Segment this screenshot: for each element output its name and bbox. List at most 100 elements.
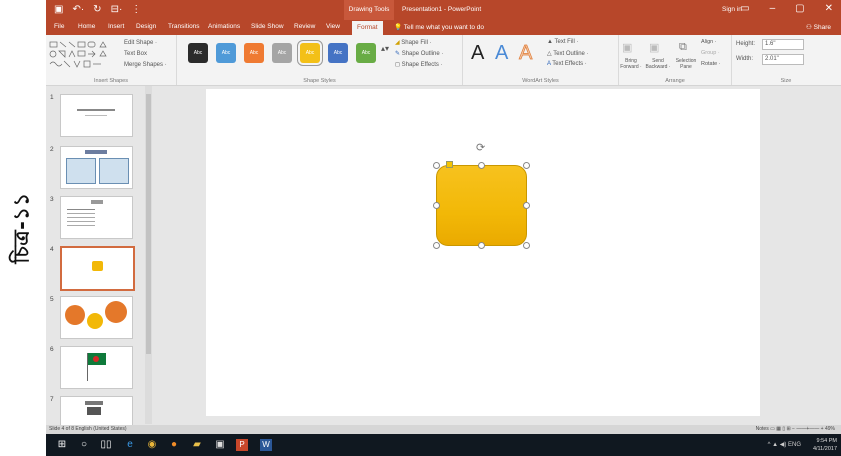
maximize-button[interactable]: ▢ xyxy=(795,3,804,14)
ribbon-display-options-icon[interactable]: ▭ xyxy=(740,3,749,14)
height-input[interactable]: 1.6" xyxy=(762,39,804,50)
thumb-cartoon-face xyxy=(105,301,127,323)
bring-forward-button[interactable]: Bring Forward · xyxy=(619,58,643,70)
selected-rounded-rectangle[interactable] xyxy=(436,165,527,246)
thumbnail-scrollbar[interactable] xyxy=(145,86,152,424)
shape-style-swatch[interactable]: Abc xyxy=(328,43,348,63)
file-explorer-icon[interactable]: ▰ xyxy=(191,439,203,451)
tab-format[interactable]: Format xyxy=(352,21,383,35)
slide-thumbnail[interactable] xyxy=(60,94,133,137)
tab-slide-show[interactable]: Slide Show xyxy=(251,23,284,30)
wordart-style-plain[interactable]: A xyxy=(471,42,484,65)
shape-outline-button[interactable]: ✎ Shape Outline · xyxy=(395,50,443,57)
resize-handle[interactable] xyxy=(433,202,440,209)
shape-style-swatch[interactable]: Abc xyxy=(272,43,292,63)
rotate-button[interactable]: Rotate · xyxy=(701,61,721,67)
shape-styles-label: Shape Styles xyxy=(303,78,336,84)
size-label: Size xyxy=(780,78,792,84)
bring-forward-icon[interactable]: ▣ xyxy=(622,41,632,54)
text-effects-button[interactable]: A Text Effects · xyxy=(547,61,587,67)
shape-effects-button[interactable]: ◻ Shape Effects · xyxy=(395,61,443,68)
resize-handle[interactable] xyxy=(478,242,485,249)
selection-pane-icon[interactable]: ⧉ xyxy=(679,41,687,54)
tell-me-text: Tell me what you want to do xyxy=(403,24,485,31)
slide-canvas[interactable]: ⟳ xyxy=(206,89,760,416)
edit-shape-button[interactable]: Edit Shape · xyxy=(124,40,157,46)
share-button[interactable]: ⚇ Share xyxy=(806,23,831,31)
shape-fill-button[interactable]: ◢ Shape Fill · xyxy=(395,39,432,46)
tab-view[interactable]: View xyxy=(326,23,340,30)
text-outline-button[interactable]: △ Text Outline · xyxy=(547,50,589,57)
width-input[interactable]: 2.01" xyxy=(762,54,804,65)
send-backward-icon[interactable]: ▣ xyxy=(649,41,659,54)
firefox-icon[interactable]: ● xyxy=(168,439,180,451)
undo-icon[interactable]: ↶· xyxy=(72,4,84,15)
word-taskbar-icon[interactable]: W xyxy=(260,439,272,451)
system-tray[interactable]: ^ ▲ ◀) ENG xyxy=(768,441,801,448)
tell-me-search[interactable]: 💡 Tell me what you want to do xyxy=(394,23,484,31)
send-backward-button[interactable]: Send Backward · xyxy=(645,58,671,70)
resize-handle[interactable] xyxy=(478,162,485,169)
tab-review[interactable]: Review xyxy=(294,23,315,30)
selection-pane-button[interactable]: Selection Pane xyxy=(673,58,699,70)
slide-thumbnail[interactable] xyxy=(60,146,133,189)
powerpoint-taskbar-icon[interactable]: P xyxy=(236,439,248,451)
slide-thumbnail-selected[interactable] xyxy=(60,246,135,291)
windows-taskbar: ⊞ ○ ▯▯ e ◉ ● ▰ ▣ P W ^ ▲ ◀) ENG 9:54 PM … xyxy=(46,434,841,456)
group-button[interactable]: Group · xyxy=(701,50,720,56)
shape-style-swatch[interactable]: Abc xyxy=(244,43,264,63)
thumb-picture xyxy=(87,407,101,415)
shape-outline-label: Shape Outline · xyxy=(401,51,444,57)
align-button[interactable]: Align · xyxy=(701,39,717,45)
sign-in-link[interactable]: Sign in xyxy=(722,0,742,20)
minimize-button[interactable]: – xyxy=(770,3,776,14)
customize-toolbar-icon[interactable]: ⋮ xyxy=(131,4,141,15)
close-button[interactable]: ✕ xyxy=(825,3,833,14)
text-box-button[interactable]: Text Box xyxy=(124,51,147,57)
taskbar-clock[interactable]: 9:54 PM 4/11/2017 xyxy=(813,437,837,453)
tab-insert[interactable]: Insert xyxy=(108,23,124,30)
paint-bucket-icon: ◢ xyxy=(395,40,400,46)
wordart-style-blue[interactable]: A xyxy=(495,42,508,65)
format-ribbon: Edit Shape · Text Box Merge Shapes · Ins… xyxy=(46,35,841,86)
slide-thumbnail[interactable] xyxy=(60,346,133,389)
wordart-style-orange[interactable]: A xyxy=(519,42,533,65)
edge-icon[interactable]: e xyxy=(124,439,136,451)
redo-icon[interactable]: ↻ xyxy=(93,4,101,15)
resize-handle[interactable] xyxy=(523,162,530,169)
scrollbar-thumb[interactable] xyxy=(146,94,151,354)
status-right-controls[interactable]: Notes ▭ ▦ ▯ ⊞ − ——+—— + 49% xyxy=(756,425,835,434)
wordart-group: A A A ▲ Text Fill · △ Text Outline · A T… xyxy=(463,35,619,85)
shape-style-swatch[interactable]: Abc xyxy=(188,43,208,63)
text-fill-label: Text Fill · xyxy=(554,39,579,45)
tab-transitions[interactable]: Transitions xyxy=(168,23,200,30)
resize-handle[interactable] xyxy=(433,242,440,249)
slide-thumbnail[interactable] xyxy=(60,296,133,339)
title-bar: ▣ ↶· ↻ ⊟· ⋮ Drawing Tools Presentation1 … xyxy=(46,0,841,20)
text-fill-button[interactable]: ▲ Text Fill · xyxy=(547,39,579,45)
task-view-icon[interactable]: ▯▯ xyxy=(100,439,112,451)
start-from-beginning-icon[interactable]: ⊟· xyxy=(111,4,123,15)
resize-handle[interactable] xyxy=(433,162,440,169)
rotate-handle-icon[interactable]: ⟳ xyxy=(476,141,485,154)
search-circle-icon[interactable]: ○ xyxy=(78,439,90,451)
resize-handle[interactable] xyxy=(523,242,530,249)
adjust-handle[interactable] xyxy=(446,161,453,168)
shape-style-swatch[interactable]: Abc xyxy=(356,43,376,63)
save-icon[interactable]: ▣ xyxy=(54,4,63,15)
chrome-icon[interactable]: ◉ xyxy=(146,439,158,451)
tab-design[interactable]: Design xyxy=(136,23,156,30)
slide-thumbnail[interactable] xyxy=(60,396,133,426)
gallery-more-icon[interactable]: ▴▾ xyxy=(381,44,389,53)
shapes-gallery-icon[interactable] xyxy=(48,40,122,70)
shape-style-swatch-selected[interactable]: Abc xyxy=(297,40,323,66)
store-icon[interactable]: ▣ xyxy=(214,439,226,451)
slide-thumbnail[interactable] xyxy=(60,196,133,239)
tab-animations[interactable]: Animations xyxy=(208,23,240,30)
resize-handle[interactable] xyxy=(523,202,530,209)
tab-file[interactable]: File xyxy=(54,23,64,30)
start-windows-icon[interactable]: ⊞ xyxy=(56,439,68,451)
tab-home[interactable]: Home xyxy=(78,23,95,30)
merge-shapes-button[interactable]: Merge Shapes · xyxy=(124,62,167,68)
shape-style-swatch[interactable]: Abc xyxy=(216,43,236,63)
